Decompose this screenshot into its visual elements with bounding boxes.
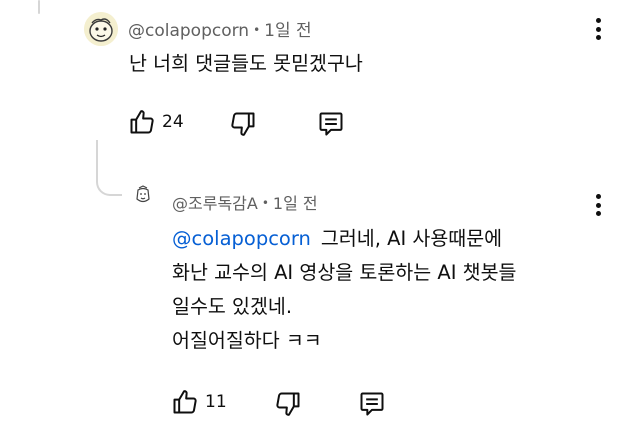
reply-dislike-button[interactable] xyxy=(274,390,302,418)
like-count: 24 xyxy=(162,112,184,132)
reply-author-avatar[interactable] xyxy=(132,184,154,206)
reply-line: 어질어질하다 ㅋㅋ xyxy=(172,329,322,352)
thumbs-down-icon xyxy=(231,112,255,136)
meta-separator: • xyxy=(253,23,261,37)
reply-meta: @조루독감A • 1일 전 xyxy=(172,190,318,214)
comment-icon xyxy=(319,112,343,136)
reply-timestamp[interactable]: 1일 전 xyxy=(273,194,318,213)
thread-line-top xyxy=(38,0,40,14)
comment-meta: @colapopcorn • 1일 전 xyxy=(128,16,312,41)
comment-reply-button[interactable] xyxy=(317,110,345,138)
author-avatar[interactable] xyxy=(84,12,118,46)
thumbs-up-icon xyxy=(130,110,154,134)
comment-dislike-button[interactable] xyxy=(229,110,257,138)
reply-more-button[interactable] xyxy=(588,192,608,218)
reply-line: 화난 교수의 AI 영상을 토론하는 AI 챗봇들 xyxy=(172,261,517,284)
comment-icon xyxy=(360,392,384,416)
reply-line-text: 그러네, AI 사용때문에 xyxy=(320,227,503,250)
reply-reply-button[interactable] xyxy=(358,390,386,418)
more-vert-icon xyxy=(595,18,601,23)
comment-like-button[interactable]: 24 xyxy=(128,108,184,136)
reply-author[interactable]: @조루독감A xyxy=(172,194,258,213)
comment-author[interactable]: @colapopcorn xyxy=(128,21,249,41)
thumbs-up-icon xyxy=(173,390,197,414)
reply-text: @colapopcorn 그러네, AI 사용때문에 화난 교수의 AI 영상을 … xyxy=(172,222,516,358)
thumbs-down-icon xyxy=(276,392,300,416)
reply-like-button[interactable]: 11 xyxy=(171,388,227,416)
avatar-face-icon xyxy=(84,12,118,46)
more-vert-icon xyxy=(595,194,601,199)
like-count: 11 xyxy=(205,392,227,412)
meta-separator: • xyxy=(261,196,269,210)
reply-line: @colapopcorn 그러네, AI 사용때문에 xyxy=(172,222,516,256)
reply-line: 일수도 있겠네. xyxy=(172,295,293,318)
comment-more-button[interactable] xyxy=(588,16,608,42)
comment-timestamp[interactable]: 1일 전 xyxy=(264,21,312,41)
reply-mention-link[interactable]: @colapopcorn xyxy=(172,227,311,250)
reply-thread-connector xyxy=(96,140,122,196)
avatar-doodle-icon xyxy=(136,185,150,203)
comment-text: 난 너희 댓글들도 못믿겠구나 xyxy=(129,52,363,75)
